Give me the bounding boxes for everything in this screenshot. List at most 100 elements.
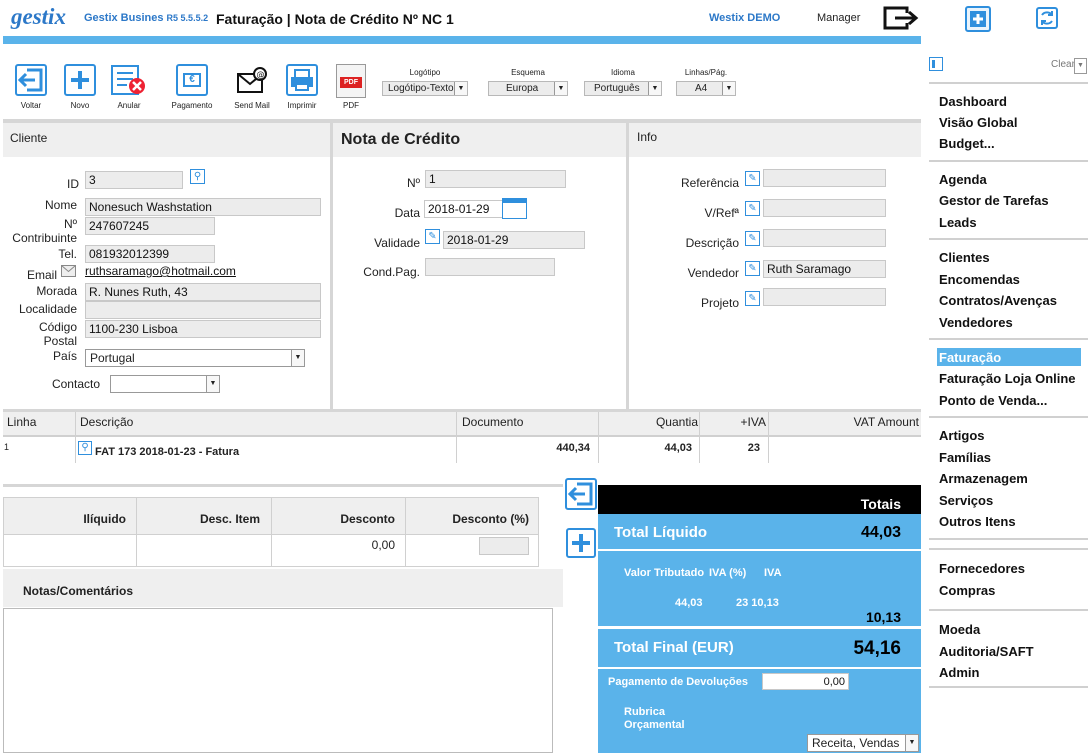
date-field[interactable]: 2018-01-29	[424, 200, 503, 218]
sidebar-item-admin[interactable]: Admin	[939, 665, 979, 680]
sidebar-item-faturacao-loja[interactable]: Faturação Loja Online	[939, 371, 1076, 386]
sidebar-item-contratos[interactable]: Contratos/Avenças	[939, 293, 1057, 308]
discount-pct-field[interactable]	[479, 537, 529, 555]
divider	[598, 667, 921, 669]
sidebar-item-gestor-tarefas[interactable]: Gestor de Tarefas	[939, 193, 1049, 208]
contact-select[interactable]: ▼	[110, 375, 220, 393]
pdf-button-label[interactable]: PDF	[332, 101, 370, 110]
data-label: Data	[394, 206, 420, 220]
payment-button-label[interactable]: Pagamento	[168, 101, 216, 110]
sidebar-item-faturacao[interactable]: Faturação	[939, 350, 1001, 365]
sidebar-item-dashboard[interactable]: Dashboard	[939, 94, 1007, 109]
logo-select[interactable]: Logótipo-Texto ▼	[382, 81, 468, 96]
reference-field[interactable]	[763, 169, 886, 187]
sidebar-item-compras[interactable]: Compras	[939, 583, 995, 598]
search-icon[interactable]: ⚲	[190, 169, 205, 184]
project-field[interactable]	[763, 288, 886, 306]
envelope-icon[interactable]	[61, 265, 76, 277]
scheme-select[interactable]: Europa ▼	[488, 81, 568, 96]
client-id-field[interactable]: 3	[85, 171, 183, 189]
payment-icon[interactable]: €	[176, 64, 208, 96]
salesperson-field[interactable]: Ruth Saramago	[763, 260, 886, 278]
back-icon[interactable]	[565, 478, 597, 510]
col-documento[interactable]: Documento	[462, 415, 523, 429]
email-link[interactable]: ruthsaramago@hotmail.com	[85, 264, 236, 278]
sidebar-item-leads[interactable]: Leads	[939, 215, 977, 230]
add-icon[interactable]	[64, 64, 96, 96]
print-button-label[interactable]: Imprimir	[281, 101, 323, 110]
nome-label: Nome	[44, 198, 77, 212]
edit-icon[interactable]: ✎	[745, 291, 760, 306]
edit-icon[interactable]: ✎	[745, 171, 760, 186]
vref-field[interactable]	[763, 199, 886, 217]
sidebar-item-vendedores[interactable]: Vendedores	[939, 315, 1013, 330]
col-quantia[interactable]: Quantia	[600, 415, 698, 429]
lines-select[interactable]: A4 ▼	[676, 81, 736, 96]
sidebar-item-encomendas[interactable]: Encomendas	[939, 272, 1020, 287]
col-linha[interactable]: Linha	[7, 415, 36, 429]
edit-icon[interactable]: ✎	[745, 201, 760, 216]
sidebar-item-agenda[interactable]: Agenda	[939, 172, 987, 187]
send-mail-icon[interactable]: @	[236, 66, 270, 96]
sidebar-item-armazenagem[interactable]: Armazenagem	[939, 471, 1028, 486]
sidebar-item-visao-global[interactable]: Visão Global	[939, 115, 1018, 130]
chevron-down-icon: ▼	[1074, 58, 1087, 74]
contribuinte-label: Nº Contribuinte	[12, 217, 77, 245]
sidebar-item-outros-itens[interactable]: Outros Itens	[939, 514, 1016, 529]
validity-field[interactable]: 2018-01-29	[443, 231, 585, 249]
cancel-document-icon[interactable]	[111, 64, 147, 98]
col-iva[interactable]: +IVA	[700, 415, 766, 429]
doc-number-field[interactable]: 1	[425, 170, 566, 188]
edit-icon[interactable]: ✎	[425, 229, 440, 244]
address-field[interactable]: R. Nunes Ruth, 43	[85, 283, 321, 301]
sidebar-item-clientes[interactable]: Clientes	[939, 250, 990, 265]
sidebar-item-artigos[interactable]: Artigos	[939, 428, 985, 443]
country-select[interactable]: Portugal ▼	[85, 349, 305, 367]
payment-terms-field[interactable]	[425, 258, 555, 276]
phone-field[interactable]: 081932012399	[85, 245, 215, 263]
calendar-icon[interactable]	[502, 198, 527, 219]
client-name-field[interactable]: Nonesuch Washstation	[85, 198, 321, 216]
notes-textarea[interactable]	[3, 608, 553, 753]
print-icon[interactable]	[286, 64, 318, 96]
sidebar-item-servicos[interactable]: Serviços	[939, 493, 993, 508]
cliente-header	[3, 119, 330, 157]
app-logo[interactable]: gestix	[11, 4, 66, 30]
search-icon[interactable]: ⚲	[78, 441, 92, 455]
new-window-icon[interactable]	[965, 6, 991, 32]
company-name[interactable]: Westix DEMO	[709, 12, 780, 24]
refund-payment-field[interactable]: 0,00	[762, 673, 849, 690]
postal-code-field[interactable]: 1100-230 Lisboa	[85, 320, 321, 338]
taxid-field[interactable]: 247607245	[85, 217, 215, 235]
send-mail-button-label[interactable]: Send Mail	[229, 101, 275, 110]
sidebar-item-auditoria[interactable]: Auditoria/SAFT	[939, 644, 1034, 659]
back-button-label[interactable]: Voltar	[12, 101, 50, 110]
sidebar-item-familias[interactable]: Famílias	[939, 450, 991, 465]
budget-heading-select[interactable]: Receita, Vendas ▼	[807, 734, 919, 752]
clear-select[interactable]: Clear ▼	[1040, 58, 1087, 74]
sidebar-item-budget[interactable]: Budget...	[939, 136, 995, 151]
edit-icon[interactable]: ✎	[745, 231, 760, 246]
refresh-icon[interactable]	[1034, 5, 1060, 31]
chevron-down-icon: ▼	[648, 82, 661, 95]
section-divider	[626, 119, 629, 409]
language-select[interactable]: Português ▼	[584, 81, 662, 96]
panel-toggle-icon[interactable]	[929, 57, 943, 71]
new-button-label[interactable]: Novo	[61, 101, 99, 110]
add-icon[interactable]	[566, 528, 596, 558]
pdf-icon[interactable]: PDF	[336, 64, 366, 98]
logout-icon[interactable]	[883, 5, 919, 31]
totals-heading: Totais	[860, 496, 901, 512]
description-field[interactable]	[763, 229, 886, 247]
back-icon[interactable]	[15, 64, 47, 96]
col-descricao[interactable]: Descrição	[80, 415, 133, 429]
cancel-button-label[interactable]: Anular	[110, 101, 148, 110]
locality-field[interactable]	[85, 301, 321, 319]
vendedor-label: Vendedor	[687, 266, 739, 280]
user-name[interactable]: Manager	[817, 12, 860, 24]
sidebar-item-ponto-venda[interactable]: Ponto de Venda...	[939, 393, 1047, 408]
sidebar-item-moeda[interactable]: Moeda	[939, 622, 980, 637]
edit-icon[interactable]: ✎	[745, 261, 760, 276]
sidebar-item-fornecedores[interactable]: Fornecedores	[939, 561, 1025, 576]
col-vat-amount[interactable]: VAT Amount	[770, 415, 919, 429]
